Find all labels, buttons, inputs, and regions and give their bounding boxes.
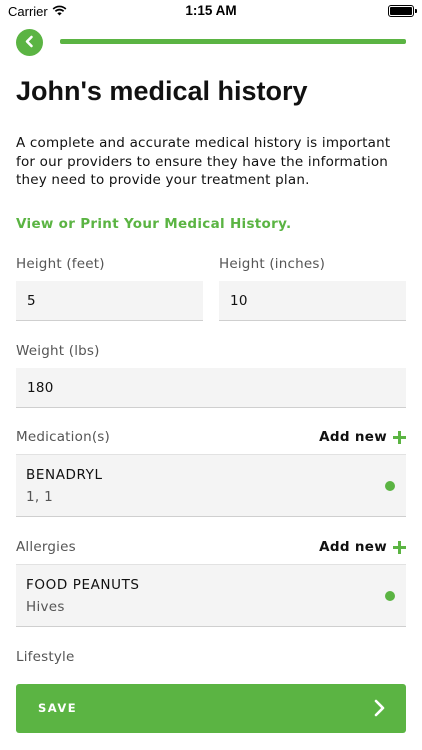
save-button-label: SAVE: [38, 701, 78, 715]
plus-icon: [393, 430, 406, 444]
chevron-left-icon: [23, 33, 36, 52]
allergy-name: FOOD PEANUTS: [26, 577, 140, 593]
chevron-right-icon: [372, 698, 386, 722]
allergies-header: Allergies Add new: [16, 539, 406, 559]
weight-field[interactable]: 180: [16, 368, 406, 408]
clock-time: 1:15 AM: [185, 3, 237, 18]
allergies-label: Allergies: [16, 539, 76, 555]
weight-label: Weight (lbs): [16, 343, 100, 359]
medication-dosage: 1, 1: [26, 489, 53, 505]
progress-bar: [60, 39, 406, 44]
lifestyle-label: Lifestyle: [16, 649, 75, 665]
status-bar: Carrier 1:15 AM: [0, 0, 422, 22]
allergy-item[interactable]: FOOD PEANUTS Hives: [16, 564, 406, 627]
back-button[interactable]: [16, 29, 43, 56]
medication-item[interactable]: BENADRYL 1, 1: [16, 454, 406, 517]
progress-bar-fill: [60, 39, 406, 44]
view-print-history-link[interactable]: View or Print Your Medical History.: [16, 216, 291, 232]
page-title: John's medical history: [16, 76, 308, 106]
height-feet-label: Height (feet): [16, 256, 105, 272]
height-feet-field[interactable]: 5: [16, 281, 203, 321]
battery-icon: [388, 5, 417, 17]
add-allergy-button[interactable]: Add new: [319, 539, 406, 555]
save-button[interactable]: SAVE: [16, 684, 406, 733]
add-medication-button[interactable]: Add new: [319, 429, 406, 445]
medications-label: Medication(s): [16, 429, 110, 445]
status-dot-icon: [385, 481, 395, 491]
add-allergy-label: Add new: [319, 539, 387, 555]
height-inches-field[interactable]: 10: [219, 281, 406, 321]
status-dot-icon: [385, 591, 395, 601]
medications-header: Medication(s) Add new: [16, 429, 406, 449]
plus-icon: [393, 540, 406, 554]
medication-name: BENADRYL: [26, 467, 103, 483]
add-medication-label: Add new: [319, 429, 387, 445]
allergy-reaction: Hives: [26, 599, 65, 615]
intro-text: A complete and accurate medical history …: [16, 135, 391, 188]
height-inches-label: Height (inches): [219, 256, 326, 272]
